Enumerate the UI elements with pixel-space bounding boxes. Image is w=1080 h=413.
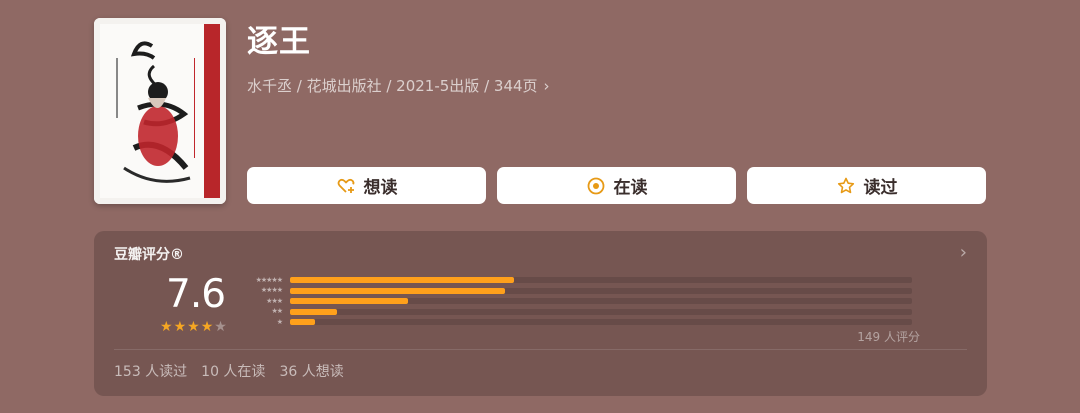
distribution-row: ★★★ (244, 296, 924, 307)
distribution-bar (290, 298, 409, 305)
star-icon: ★ (173, 319, 187, 335)
rating-panel[interactable]: 豆瓣评分® › 7.6 ★ ★ ★ ★ ★ ★★★★★ ★★★★ ★★★ ★★ ★ 149 人评… (94, 231, 987, 396)
reading-button[interactable]: 在读 (497, 167, 736, 204)
rating-distribution: ★★★★★ ★★★★ ★★★ ★★ ★ (244, 275, 924, 328)
book-cover-art (94, 18, 226, 204)
reading-label: 在读 (613, 178, 648, 198)
book-title: 逐王 (247, 24, 311, 60)
distribution-row: ★ (244, 317, 924, 328)
book-cover[interactable] (94, 18, 226, 204)
book-meta-link[interactable]: 水千丞 / 花城出版社 / 2021-5出版 / 344页 › (247, 75, 550, 96)
distribution-bar (290, 287, 505, 294)
distribution-track (290, 298, 912, 305)
distribution-stars-label: ★★ (271, 307, 283, 316)
chevron-right-icon: › (543, 76, 550, 95)
want-count[interactable]: 36 人想读 (279, 361, 343, 381)
divider (114, 349, 967, 350)
rating-count: 149 人评分 (857, 330, 920, 344)
distribution-row: ★★ (244, 307, 924, 318)
have-read-label: 读过 (863, 178, 898, 198)
heart-plus-icon (336, 176, 356, 196)
want-to-read-label: 想读 (363, 178, 398, 198)
star-icon: ★ (160, 319, 173, 335)
distribution-bar (290, 277, 514, 284)
star-icon: ★ (187, 319, 200, 335)
distribution-stars-label: ★★★★★ (255, 275, 283, 284)
distribution-stars-label: ★★★ (266, 296, 283, 305)
target-circle-icon (586, 176, 606, 196)
reading-count[interactable]: 10 人在读 (201, 361, 265, 381)
rating-stars: ★ ★ ★ ★ ★ (160, 320, 227, 334)
have-read-button[interactable]: 读过 (747, 167, 986, 204)
chevron-right-icon[interactable]: › (960, 242, 967, 263)
distribution-row: ★★★★★ (244, 275, 924, 286)
star-icon: ★ (214, 319, 227, 335)
book-meta-text: 水千丞 / 花城出版社 / 2021-5出版 / 344页 (247, 77, 538, 95)
read-count[interactable]: 153 人读过 (114, 361, 187, 381)
rating-panel-title: 豆瓣评分® (114, 247, 184, 263)
want-to-read-button[interactable]: 想读 (247, 167, 486, 204)
reader-stats: 153 人读过 10 人在读 36 人想读 (114, 361, 344, 381)
star-icon: ★ (200, 319, 214, 335)
star-outline-icon (836, 176, 856, 196)
distribution-track (290, 308, 912, 315)
distribution-track (290, 319, 912, 326)
distribution-track (290, 277, 912, 284)
distribution-stars-label: ★★★★ (260, 286, 283, 295)
distribution-bar (290, 308, 337, 315)
distribution-track (290, 287, 912, 294)
distribution-stars-label: ★ (276, 317, 283, 326)
rating-score: 7.6 (166, 272, 226, 317)
distribution-bar (290, 319, 315, 326)
distribution-row: ★★★★ (244, 286, 924, 297)
